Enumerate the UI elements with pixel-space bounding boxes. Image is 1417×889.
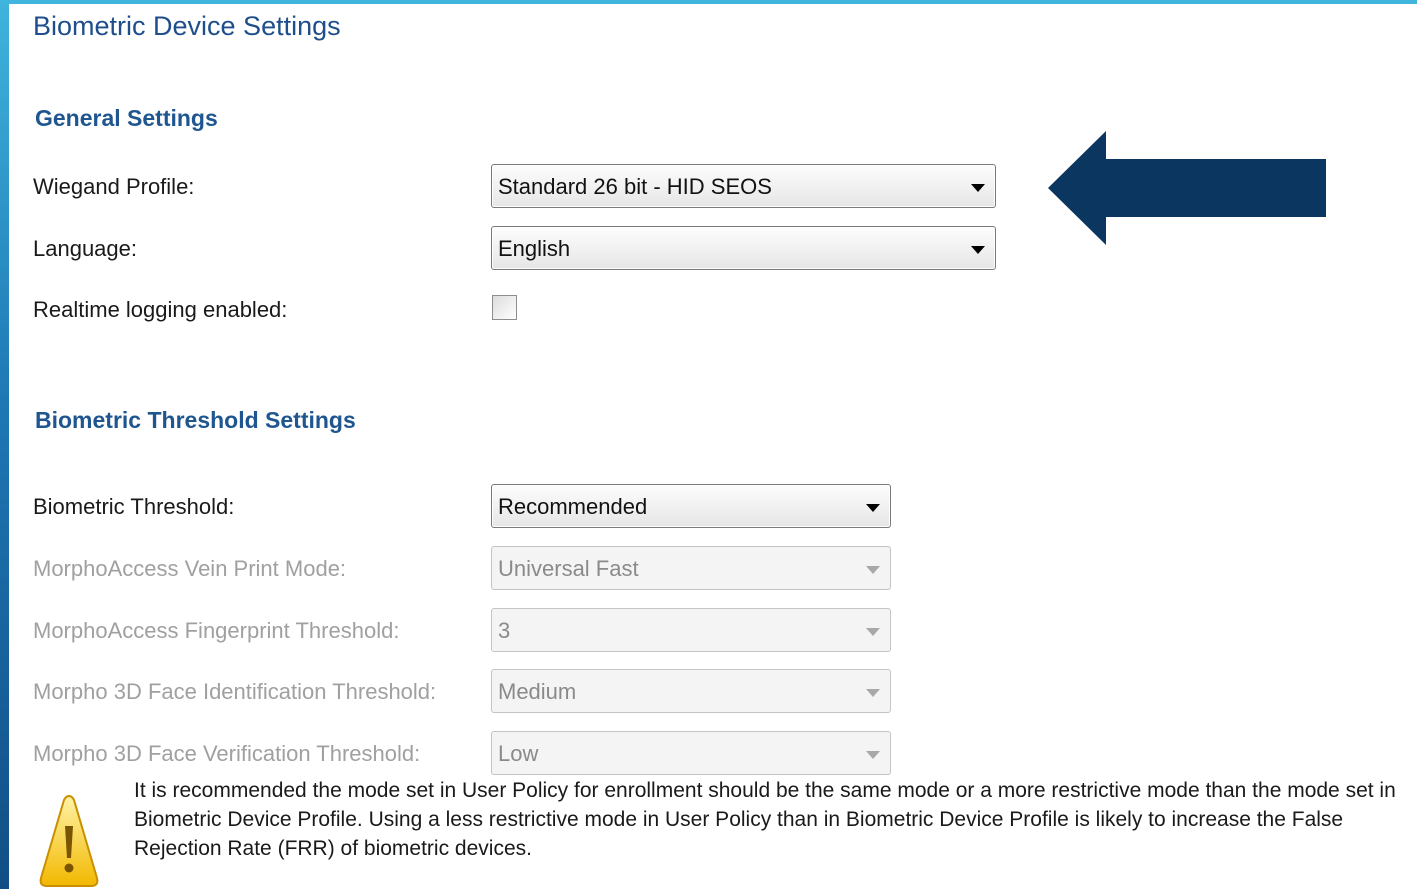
general-settings-heading: General Settings <box>35 105 218 131</box>
realtime-logging-label: Realtime logging enabled: <box>33 297 288 322</box>
vein-print-mode-value: Universal Fast <box>498 556 639 581</box>
wiegand-profile-value: Standard 26 bit - HID SEOS <box>498 174 772 199</box>
notice-text: It is recommended the mode set in User P… <box>134 779 1396 860</box>
chevron-down-icon <box>971 246 985 254</box>
chevron-down-icon <box>866 751 880 759</box>
chevron-down-icon <box>971 184 985 192</box>
fingerprint-threshold-select[interactable]: 3 <box>491 608 891 652</box>
window-left-border <box>0 0 9 889</box>
language-select[interactable]: English <box>491 226 996 270</box>
language-label: Language: <box>33 236 137 261</box>
face-verification-threshold-value: Low <box>498 741 539 766</box>
left-arrow-icon <box>1048 131 1326 245</box>
page-title: Biometric Device Settings <box>33 11 341 41</box>
chevron-down-icon <box>866 628 880 636</box>
biometric-threshold-select[interactable]: Recommended <box>491 484 891 528</box>
face-identification-threshold-select[interactable]: Medium <box>491 669 891 713</box>
warning-icon <box>39 794 99 887</box>
biometric-threshold-label: Biometric Threshold: <box>33 494 235 519</box>
chevron-down-icon <box>866 566 880 574</box>
chevron-down-icon <box>866 689 880 697</box>
vein-print-mode-label: MorphoAccess Vein Print Mode: <box>33 556 347 581</box>
face-verification-threshold-label: Morpho 3D Face Verification Threshold: <box>33 741 421 766</box>
chevron-down-icon <box>866 504 880 512</box>
window-top-border <box>0 0 1417 4</box>
biometric-threshold-heading: Biometric Threshold Settings <box>35 407 356 433</box>
biometric-threshold-value: Recommended <box>498 494 648 519</box>
face-identification-threshold-value: Medium <box>498 679 577 704</box>
language-value: English <box>498 236 571 261</box>
wiegand-profile-label: Wiegand Profile: <box>33 174 195 199</box>
fingerprint-threshold-value: 3 <box>498 618 511 643</box>
fingerprint-threshold-label: MorphoAccess Fingerprint Threshold: <box>33 618 400 643</box>
wiegand-profile-select[interactable]: Standard 26 bit - HID SEOS <box>491 164 996 208</box>
face-identification-threshold-label: Morpho 3D Face Identification Threshold: <box>33 679 437 704</box>
realtime-logging-checkbox[interactable] <box>492 295 517 320</box>
face-verification-threshold-select[interactable]: Low <box>491 731 891 775</box>
vein-print-mode-select[interactable]: Universal Fast <box>491 546 891 590</box>
